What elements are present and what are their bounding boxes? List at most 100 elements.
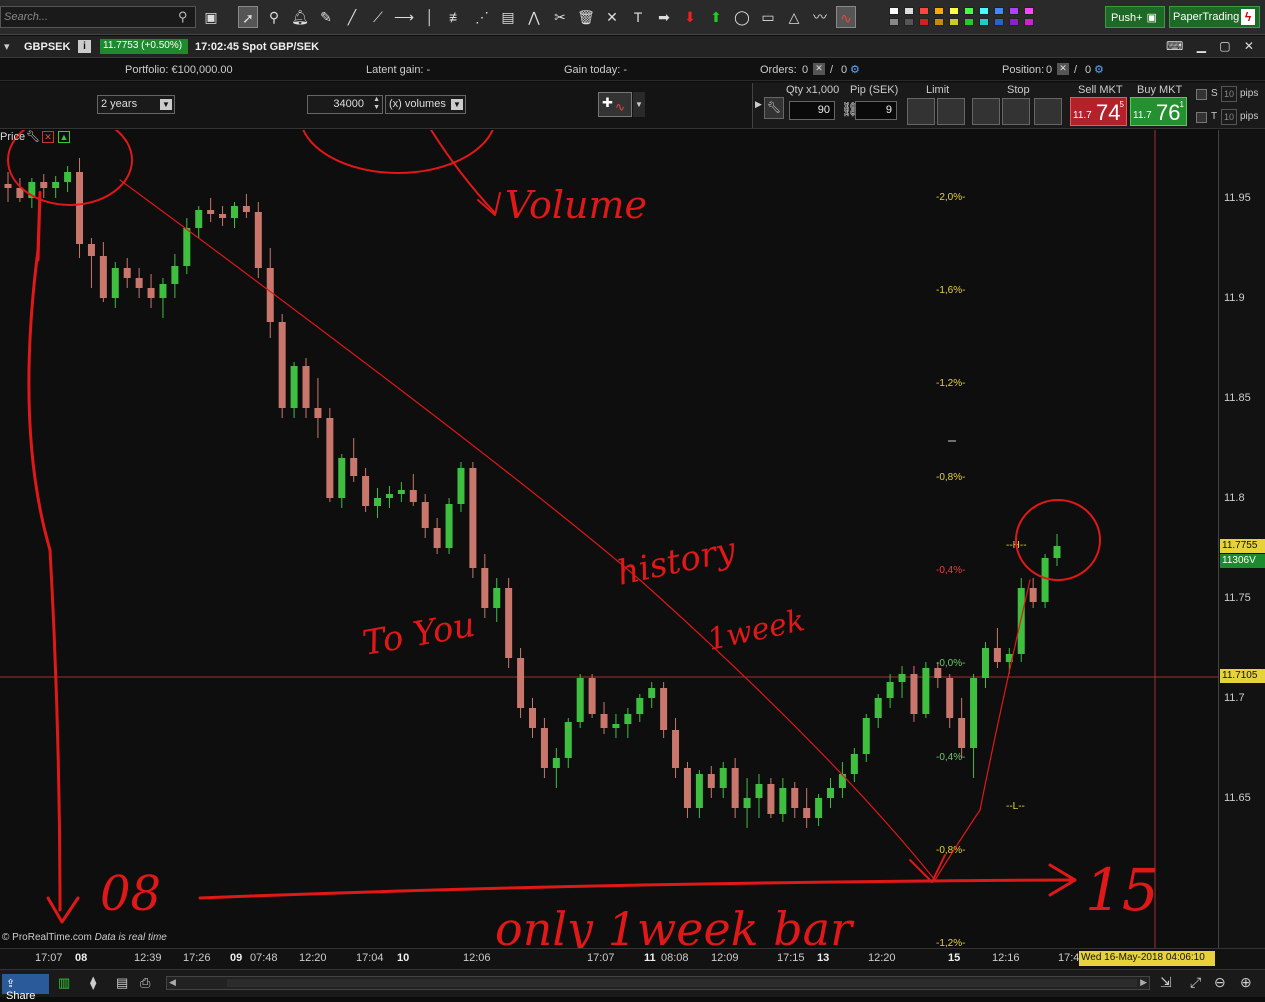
- arrow-down-icon[interactable]: ⬇: [680, 6, 700, 28]
- push-button[interactable]: Push+ ▣: [1105, 6, 1165, 28]
- color-swatch[interactable]: [934, 7, 944, 15]
- chevron-down-icon[interactable]: ▼: [633, 92, 645, 117]
- save-icon[interactable]: ▤: [116, 975, 128, 991]
- auto-scale-icon[interactable]: ⇲: [1160, 974, 1172, 991]
- color-swatch[interactable]: [949, 18, 959, 26]
- stop-alt-button[interactable]: [1034, 98, 1062, 125]
- ellipse-icon[interactable]: ◯: [732, 6, 752, 28]
- buy-market-button[interactable]: 11.7 76 1: [1130, 97, 1187, 126]
- time-axis[interactable]: 17:07 08 12:39 17:26 09 07:48 12:20 17:04 10 12:0…: [0, 948, 1265, 969]
- limit-buy-button[interactable]: [907, 98, 935, 125]
- color-swatch[interactable]: [919, 18, 929, 26]
- color-swatch[interactable]: [904, 18, 914, 26]
- candle-type-icon[interactable]: ⧫: [90, 975, 96, 991]
- calendar-icon[interactable]: ▥: [58, 975, 70, 991]
- triangle-icon[interactable]: △: [784, 6, 804, 28]
- gear-icon[interactable]: ⚙: [1094, 63, 1104, 76]
- t-checkbox[interactable]: [1196, 112, 1207, 123]
- wrench-icon[interactable]: 🔧︎: [26, 130, 40, 143]
- position-close-icon[interactable]: ✕: [1057, 63, 1069, 75]
- search-icon[interactable]: ⚲: [178, 9, 192, 24]
- indicator-icon[interactable]: ∿: [836, 6, 856, 28]
- s-checkbox[interactable]: [1196, 89, 1207, 100]
- scroll-left-icon[interactable]: ◀: [169, 977, 176, 988]
- chart-canvas[interactable]: -2,0%- -1,6%- -1,2%- -0,8%- -0,4%- -0,0%- -0,4…: [0, 130, 1218, 948]
- screenshot-icon[interactable]: ▣: [201, 6, 221, 28]
- arrow-right-icon[interactable]: ➡: [654, 6, 674, 28]
- color-swatch[interactable]: [1024, 7, 1034, 15]
- price-axis[interactable]: 11.95 11.9 11.85 11.8 11.75 11.7 11.65 11.7755…: [1218, 130, 1265, 948]
- scrollbar-thumb[interactable]: [227, 979, 1137, 987]
- cross-icon[interactable]: ✕: [602, 6, 622, 28]
- annotation-text-1week: 1week: [704, 603, 808, 658]
- color-swatch[interactable]: [1009, 7, 1019, 15]
- color-swatch[interactable]: [979, 18, 989, 26]
- pattern-icon[interactable]: ⋀: [524, 6, 544, 28]
- sell-market-button[interactable]: 11.7 74 5: [1070, 97, 1127, 126]
- color-swatch[interactable]: [934, 18, 944, 26]
- trash-icon[interactable]: 🗑︎: [576, 6, 596, 28]
- share-button[interactable]: ⇪ Share: [2, 974, 49, 1002]
- volume-stepper[interactable]: 34000 ▲ ▼: [307, 95, 383, 114]
- color-swatch[interactable]: [889, 18, 899, 26]
- ray-icon[interactable]: ⟋: [368, 6, 388, 28]
- main-toolbar: Search... ⚲ ▣ ➚ ⚲ 🔔︎ ✎ ╱ ⟋ ⟶ │ ≢ ⋰ ▤ ⋀ ✂…: [0, 0, 1265, 35]
- scroll-right-icon[interactable]: ▶: [1140, 977, 1147, 988]
- chevron-right-icon[interactable]: ▶: [755, 99, 762, 110]
- stop-buy-button[interactable]: [972, 98, 1000, 125]
- color-swatch[interactable]: [994, 7, 1004, 15]
- text-icon[interactable]: T: [628, 6, 648, 28]
- color-swatch[interactable]: [964, 18, 974, 26]
- pointer-icon[interactable]: ➚: [238, 6, 258, 28]
- arrow-up-icon[interactable]: ▲: [58, 131, 70, 143]
- price-chart[interactable]: -2,0%- -1,6%- -1,2%- -0,8%- -0,4%- -0,0%- -0,4…: [0, 130, 1218, 948]
- symbol-label[interactable]: GBPSEK: [24, 41, 70, 53]
- color-swatch[interactable]: [949, 7, 959, 15]
- color-swatch[interactable]: [889, 7, 899, 15]
- pip-input[interactable]: 9: [855, 101, 897, 120]
- color-swatch[interactable]: [994, 18, 1004, 26]
- close-icon[interactable]: ✕: [42, 131, 54, 143]
- chevron-down-icon[interactable]: ▾: [4, 40, 10, 53]
- tools-icon[interactable]: ✂: [550, 6, 570, 28]
- wrench-icon[interactable]: 🔧︎: [764, 97, 784, 119]
- rectangle-icon[interactable]: ▭: [758, 6, 778, 28]
- vline-icon[interactable]: │: [420, 6, 440, 28]
- arrow-up-icon[interactable]: ⬆: [706, 6, 726, 28]
- print-icon[interactable]: ⎙: [140, 975, 150, 991]
- stop-sell-button[interactable]: [1002, 98, 1030, 125]
- paper-trading-button[interactable]: PaperTrading ϟ: [1169, 6, 1260, 28]
- color-swatch[interactable]: [964, 7, 974, 15]
- s-pips-input[interactable]: 10: [1221, 86, 1237, 102]
- fib-icon[interactable]: ≢: [446, 6, 466, 28]
- fit-icon[interactable]: ⤢: [1190, 974, 1201, 991]
- volume-unit-select[interactable]: (x) volumes ▼: [385, 95, 466, 114]
- ruler-icon[interactable]: ✎: [316, 6, 336, 28]
- horizontal-scrollbar[interactable]: ◀ ▶: [166, 976, 1150, 990]
- color-swatch[interactable]: [1024, 18, 1034, 26]
- color-swatch[interactable]: [979, 7, 989, 15]
- period-select[interactable]: 2 years ▼: [97, 95, 175, 114]
- line-icon[interactable]: ╱: [342, 6, 362, 28]
- qty-input[interactable]: 90: [789, 101, 835, 120]
- limit-sell-button[interactable]: [937, 98, 965, 125]
- color-swatch[interactable]: [1009, 18, 1019, 26]
- color-swatch[interactable]: [904, 7, 914, 15]
- stepper-arrows-icon[interactable]: ▲ ▼: [373, 96, 380, 112]
- search-input[interactable]: Search...: [0, 6, 196, 28]
- fib-ext-icon[interactable]: ▤: [498, 6, 518, 28]
- add-indicator-button[interactable]: ✚ ∿: [598, 92, 632, 117]
- window-controls[interactable]: ⌨ ▁ ▢ ✕: [1166, 39, 1259, 53]
- zoom-icon[interactable]: ⚲: [264, 6, 284, 28]
- orders-close-icon[interactable]: ✕: [813, 63, 825, 75]
- hline-icon[interactable]: ⟶: [394, 6, 414, 28]
- fan-icon[interactable]: ⋰: [472, 6, 492, 28]
- color-swatch[interactable]: [919, 7, 929, 15]
- alert-icon[interactable]: 🔔︎: [290, 6, 310, 28]
- info-icon[interactable]: i: [78, 40, 91, 53]
- t-pips-input[interactable]: 10: [1221, 109, 1237, 125]
- gear-icon[interactable]: ⚙: [850, 63, 860, 76]
- zoom-in-icon[interactable]: ⊕: [1240, 974, 1252, 991]
- wave-icon[interactable]: 〰: [810, 6, 830, 28]
- zoom-out-icon[interactable]: ⊖: [1214, 974, 1226, 991]
